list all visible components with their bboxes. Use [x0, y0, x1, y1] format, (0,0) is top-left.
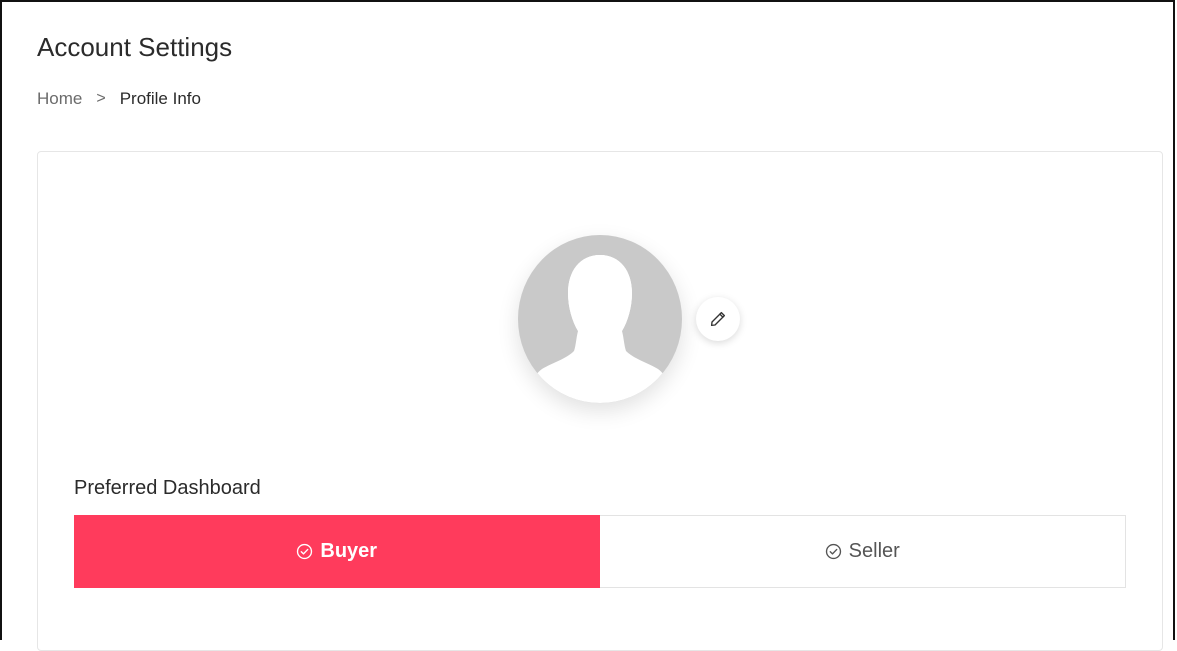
page-frame: Account Settings Home > Profile Info Pre… [0, 0, 1175, 651]
breadcrumb-home-link[interactable]: Home [37, 89, 82, 109]
edit-avatar-button[interactable] [696, 297, 740, 341]
breadcrumb-separator: > [96, 90, 106, 107]
seller-option[interactable]: Seller [599, 515, 1126, 588]
preferred-dashboard-label: Preferred Dashboard [74, 477, 261, 499]
pencil-icon [710, 311, 726, 327]
breadcrumb: Home > Profile Info [37, 89, 201, 109]
check-circle-icon [296, 543, 313, 560]
check-circle-icon [825, 543, 842, 560]
page-title: Account Settings [37, 32, 233, 62]
seller-option-label: Seller [848, 540, 900, 562]
dashboard-toggle: Buyer Seller [74, 515, 1126, 588]
buyer-option[interactable]: Buyer [74, 515, 600, 588]
profile-card: Preferred Dashboard Buyer Seller [37, 151, 1163, 651]
buyer-option-label: Buyer [320, 540, 378, 562]
breadcrumb-current: Profile Info [119, 89, 201, 108]
user-silhouette-icon [530, 255, 670, 403]
avatar [518, 235, 682, 403]
